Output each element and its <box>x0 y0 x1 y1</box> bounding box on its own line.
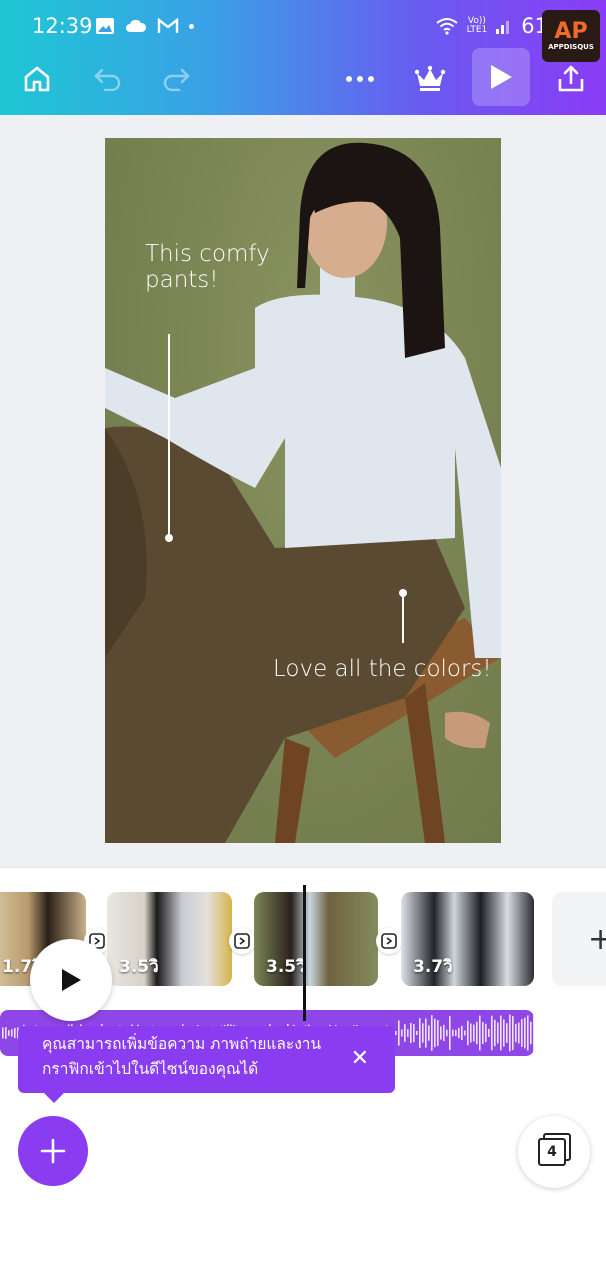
network-label: Vo)) LTE1 <box>466 16 488 35</box>
transition-icon <box>381 933 397 949</box>
add-clip-button[interactable]: + <box>552 892 606 986</box>
redo-icon <box>163 68 190 91</box>
timeline-clip-selected[interactable]: 3.5วิ <box>254 892 378 986</box>
page-count: 4 <box>538 1138 566 1166</box>
timeline-clip[interactable]: 3.7วิ <box>401 892 534 986</box>
header: 12:39 Vo)) LTE1 61 AP APPDISQUS <box>0 0 606 115</box>
caption-2-pointer-line <box>402 593 404 643</box>
status-notification-icons <box>95 17 194 35</box>
pages-stack-icon: 4 <box>538 1133 571 1168</box>
status-bar: 12:39 Vo)) LTE1 61 AP APPDISQUS <box>0 0 606 62</box>
timeline-clip[interactable]: 3.5วิ <box>107 892 232 986</box>
canva-editor-screen: 12:39 Vo)) LTE1 61 AP APPDISQUS This com… <box>0 0 606 1280</box>
premium-button[interactable] <box>410 54 450 104</box>
play-icon <box>62 969 81 991</box>
home-icon <box>24 66 50 92</box>
timeline-panel: 1.7วิ 3.5วิ 3.5วิ 3.7วิ + คุณสามารถเพิ่ม… <box>0 867 606 1280</box>
caption-1-pointer-line <box>168 334 170 536</box>
design-page[interactable]: This comfy pants! Love all the colors! <box>105 138 501 843</box>
signal-icon <box>496 21 510 34</box>
redo-button[interactable] <box>156 54 196 104</box>
transition-button[interactable] <box>376 928 402 954</box>
playhead[interactable] <box>303 885 306 1021</box>
crown-icon <box>414 65 446 91</box>
clip-duration: 3.5วิ <box>119 957 159 977</box>
play-icon <box>491 65 512 89</box>
close-icon[interactable]: ✕ <box>351 1046 369 1071</box>
more-horizontal-icon <box>346 76 374 82</box>
undo-button[interactable] <box>88 54 128 104</box>
caption-comfy-pants[interactable]: This comfy pants! <box>145 241 285 293</box>
status-time: 12:39 <box>32 14 93 38</box>
tooltip-arrow <box>44 1093 64 1103</box>
transition-button[interactable] <box>229 928 255 954</box>
dot-icon <box>189 23 194 29</box>
home-button[interactable] <box>15 54 59 104</box>
more-options-button[interactable] <box>340 54 380 104</box>
share-icon <box>558 65 584 92</box>
tooltip-text: คุณสามารถเพิ่มข้อความ ภาพถ่ายและงานกราฟิ… <box>42 1035 322 1078</box>
add-element-button[interactable] <box>18 1116 88 1186</box>
caption-1-pointer-dot <box>165 534 173 542</box>
gmail-icon <box>157 18 179 33</box>
undo-icon <box>94 68 121 91</box>
plus-icon <box>40 1138 66 1164</box>
editor-toolbar <box>0 48 606 110</box>
onboarding-tooltip: คุณสามารถเพิ่มข้อความ ภาพถ่ายและงานกราฟิ… <box>18 1026 395 1103</box>
clip-duration: 3.5วิ <box>266 957 306 977</box>
timeline-play-button[interactable] <box>30 939 112 1021</box>
pages-button[interactable]: 4 <box>518 1116 590 1188</box>
gallery-icon <box>96 18 114 34</box>
share-button[interactable] <box>551 54 591 104</box>
design-canvas-area: This comfy pants! Love all the colors! <box>0 115 606 867</box>
clip-duration: 3.7วิ <box>413 957 453 977</box>
wifi-icon <box>435 18 458 35</box>
present-play-button[interactable] <box>472 48 530 106</box>
caption-love-colors[interactable]: Love all the colors! <box>273 656 493 682</box>
cloud-icon <box>126 19 147 32</box>
transition-icon <box>234 933 250 949</box>
status-system-icons: Vo)) LTE1 61 <box>435 14 548 38</box>
